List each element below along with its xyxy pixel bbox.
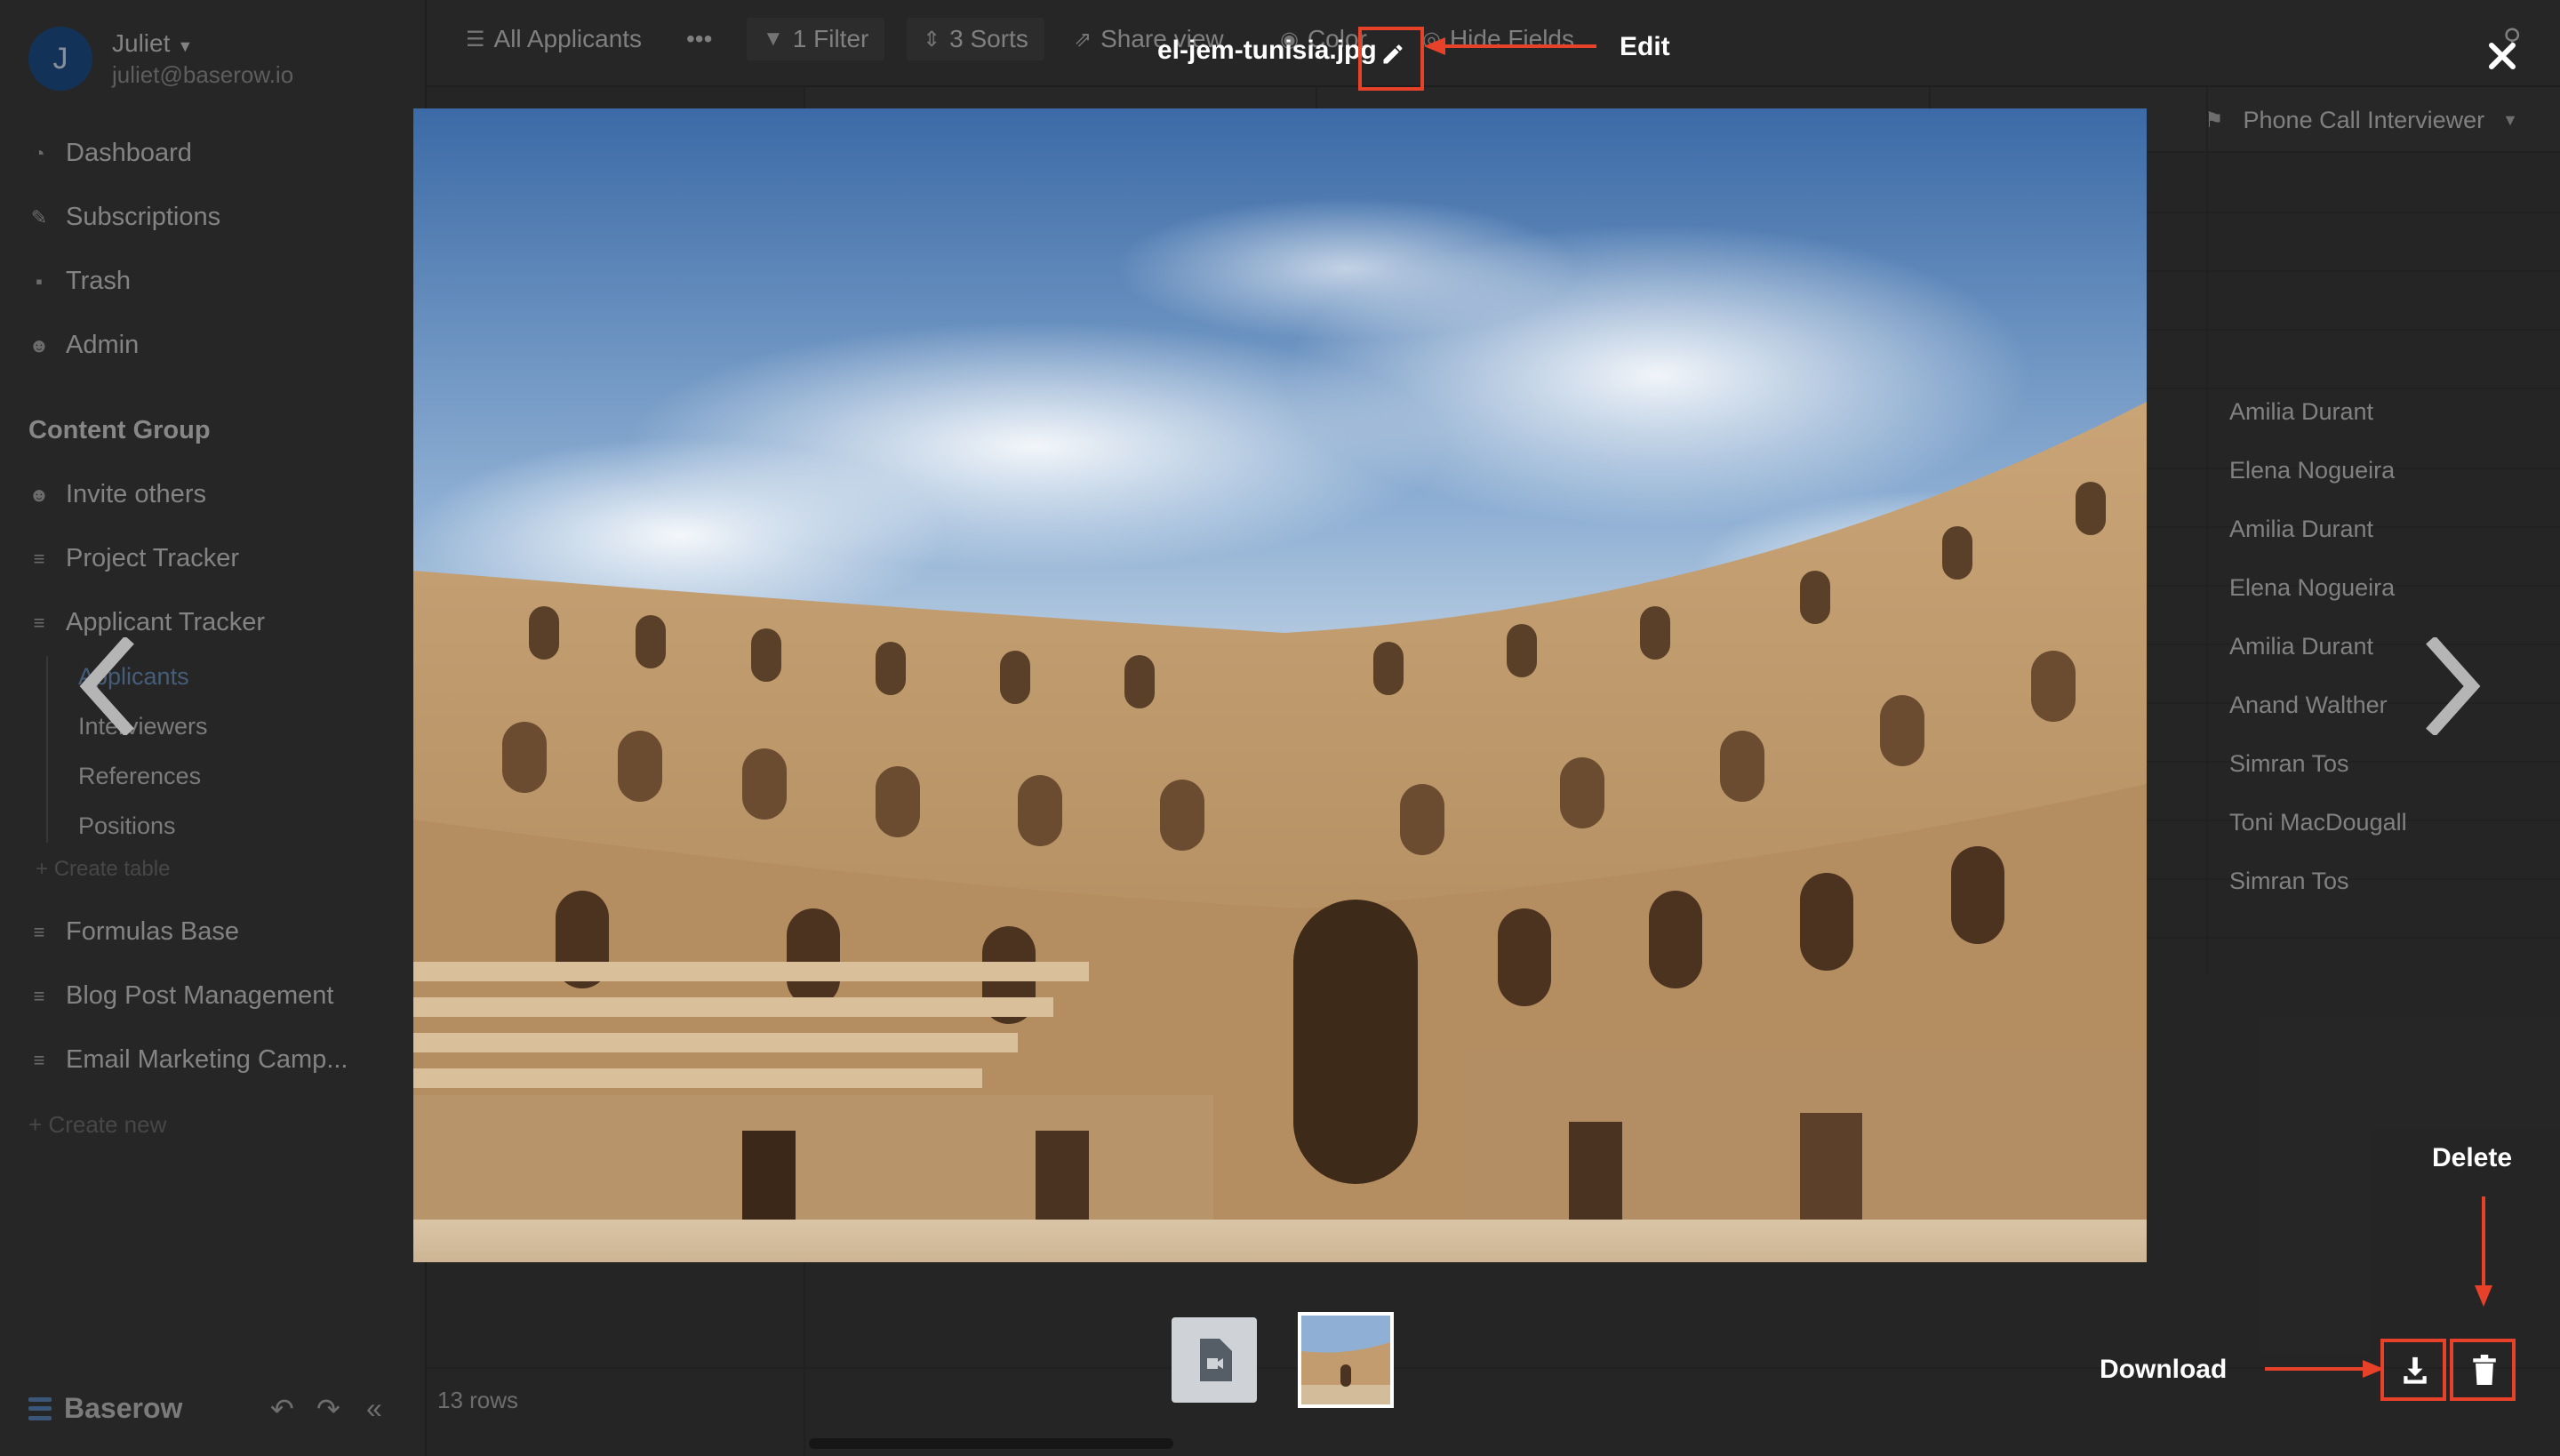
- thumbnail-image-active[interactable]: [1298, 1312, 1394, 1408]
- edit-highlight-box: [1358, 27, 1424, 91]
- thumbnail-photo: [1301, 1316, 1390, 1404]
- download-highlight-box: [2380, 1339, 2446, 1401]
- image-preview: [413, 108, 2147, 1262]
- edit-annotation-label: Edit: [1620, 32, 1670, 61]
- preview-filename: el-jem-tunisia.jpg: [1157, 36, 1377, 65]
- amphitheater-photo: [413, 108, 2147, 1262]
- close-icon: [2489, 43, 2516, 69]
- chevron-left-icon: [79, 637, 134, 735]
- download-annotation-label: Download: [2100, 1355, 2228, 1384]
- delete-annotation-label: Delete: [2432, 1143, 2513, 1172]
- previous-file-button[interactable]: [71, 633, 142, 740]
- close-button[interactable]: [2480, 34, 2524, 78]
- video-file-icon: [1200, 1339, 1232, 1381]
- thumbnail-video-file[interactable]: [1172, 1317, 1257, 1403]
- chevron-right-icon: [2426, 637, 2481, 735]
- file-preview-modal: el-jem-tunisia.jpg Edit Delete Download: [0, 0, 2560, 1456]
- delete-highlight-box: [2450, 1339, 2516, 1401]
- next-file-button[interactable]: [2418, 633, 2489, 740]
